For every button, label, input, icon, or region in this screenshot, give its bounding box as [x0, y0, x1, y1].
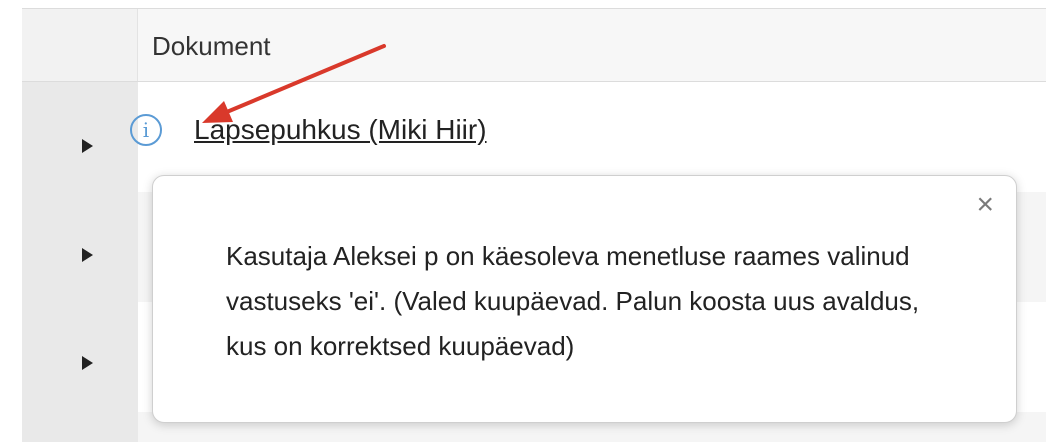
info-icon[interactable]: i — [130, 114, 162, 146]
column-header-label: Dokument — [152, 31, 271, 61]
popover-message: Kasutaja Aleksei p on käesoleva menetlus… — [226, 241, 920, 361]
header-gutter — [22, 9, 138, 81]
info-popover: × Kasutaja Aleksei p on käesoleva menetl… — [152, 175, 1017, 423]
document-link[interactable]: Lapsepuhkus (Miki Hiir) — [194, 114, 487, 146]
table-header-row: Dokument — [22, 8, 1046, 82]
row-expand-icon[interactable] — [82, 248, 93, 262]
row-gutter — [22, 82, 138, 442]
row-expand-icon[interactable] — [82, 356, 93, 370]
column-header-dokument[interactable]: Dokument — [138, 9, 1046, 81]
document-table-view: Dokument i Lapsepuhkus (Miki Hiir) × Kas… — [0, 0, 1046, 442]
row-expand-icon[interactable] — [82, 139, 93, 153]
close-icon[interactable]: × — [976, 190, 994, 220]
